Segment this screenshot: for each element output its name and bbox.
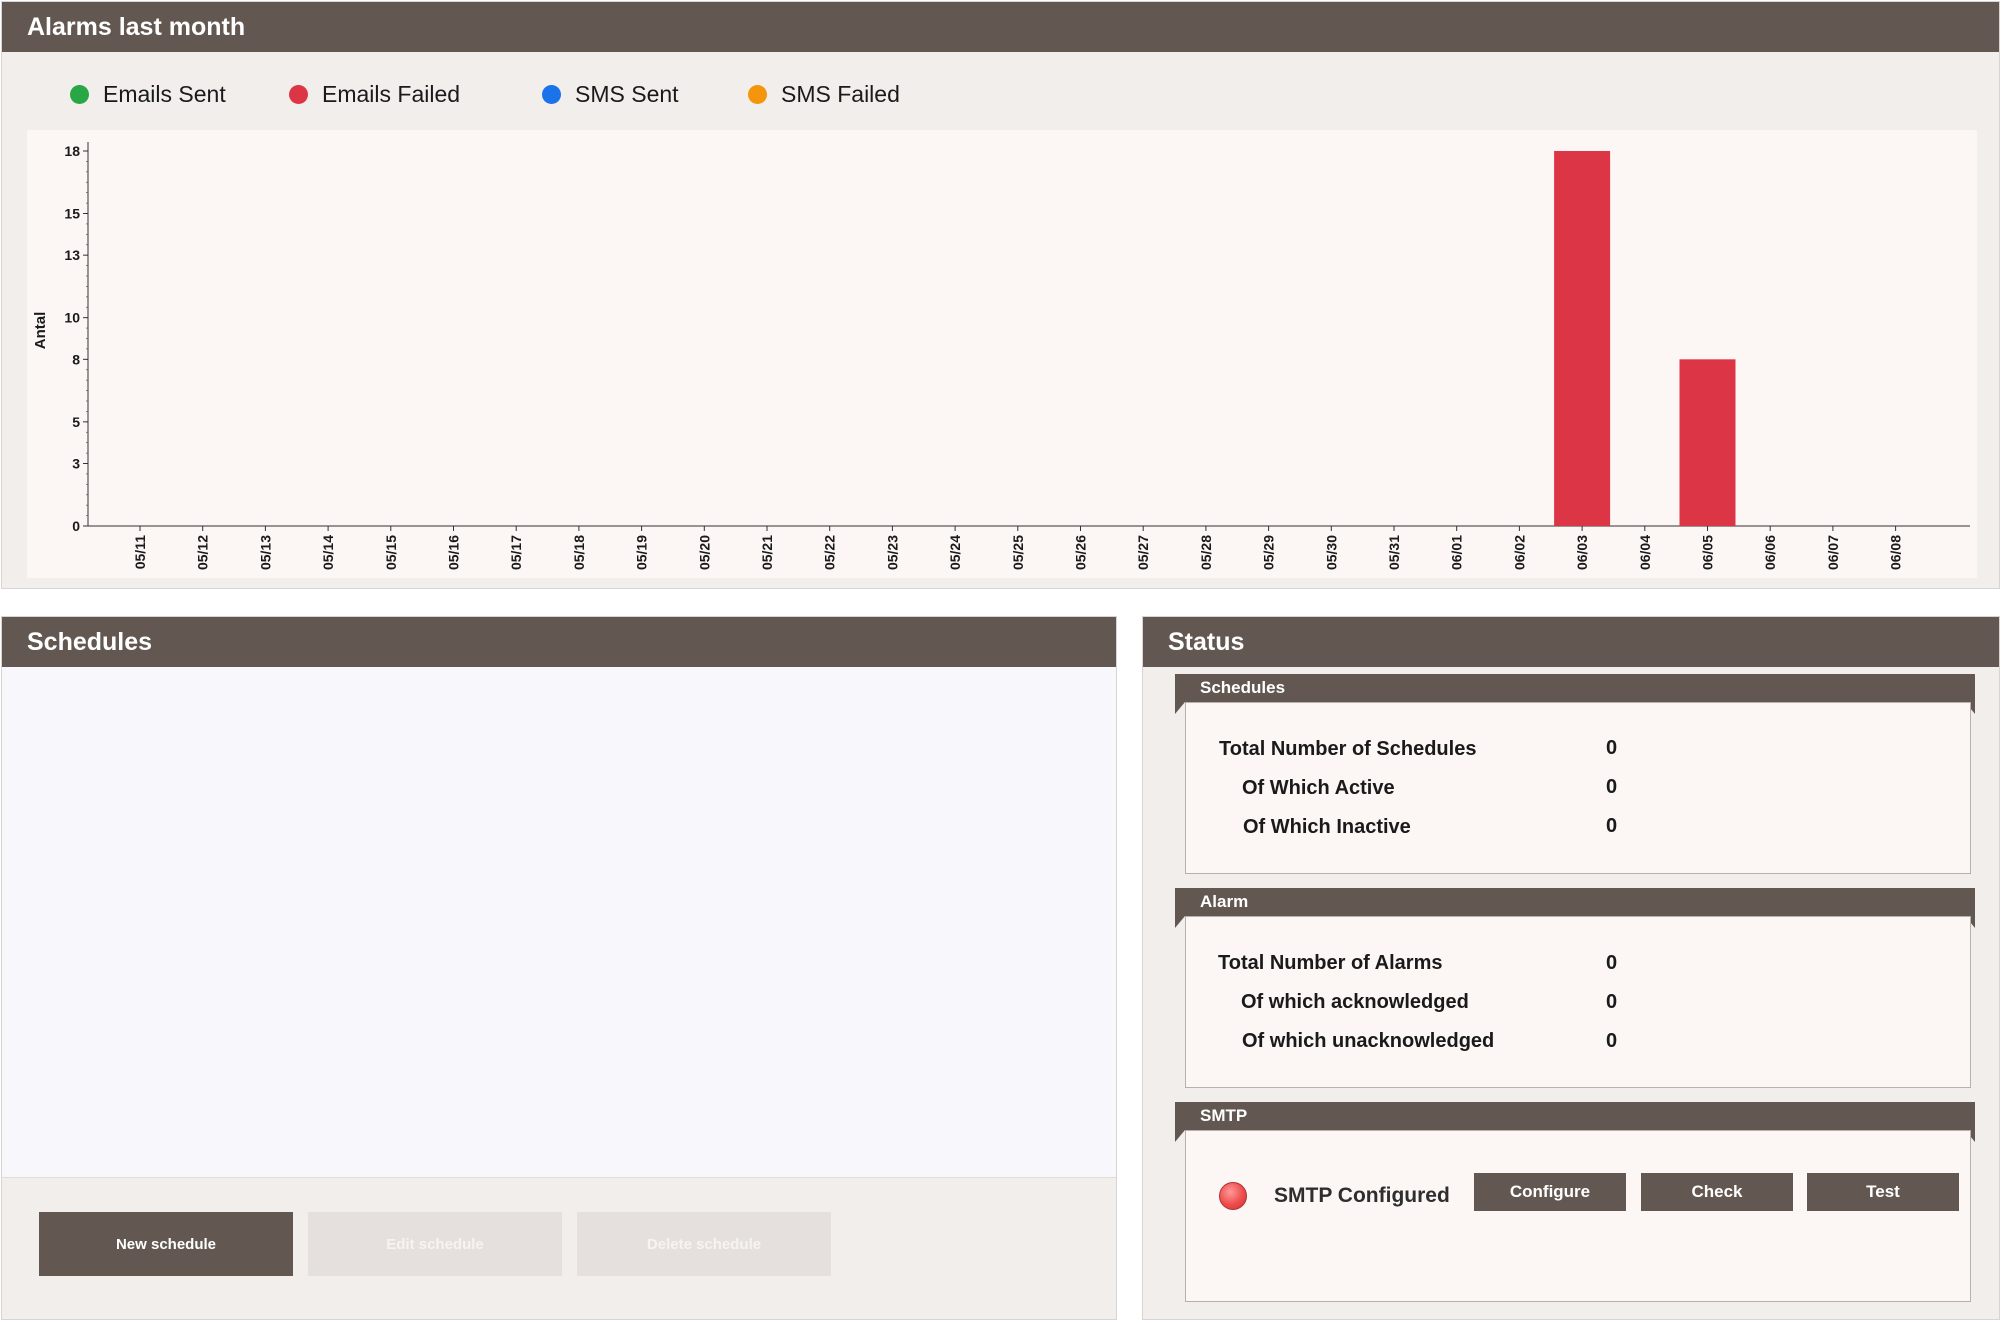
tab-corner-left — [1175, 702, 1185, 714]
x-tick-label: 06/01 — [1449, 535, 1465, 570]
x-tick-label: 05/15 — [383, 535, 399, 570]
x-tick-label: 06/06 — [1762, 535, 1778, 570]
status-schedules-section: Schedules Total Number of Schedules 0 Of… — [1175, 674, 1975, 874]
x-tick-label: 05/31 — [1386, 535, 1402, 570]
x-tick-label: 05/29 — [1261, 535, 1277, 570]
alarms-panel: Alarms last month Emails Sent Emails Fai… — [1, 1, 2000, 589]
schedules-panel: Schedules New schedule Edit schedule Del… — [1, 616, 1117, 1320]
x-tick-label: 05/14 — [320, 535, 336, 570]
y-tick-label: 10 — [64, 310, 80, 326]
status-panel-title: Status — [1143, 617, 1999, 667]
legend-dot-icon — [70, 84, 89, 104]
inactive-schedules-value: 0 — [1606, 815, 1618, 837]
alarms-bar-chart: 0 3 5 8 10 13 15 18 Antal 05/11 05/12 05/13 05/14 05/… — [32, 142, 1970, 570]
unacknowledged-alarms-value: 0 — [1606, 1030, 1618, 1052]
y-tick-label: 5 — [72, 414, 80, 430]
x-tick-label: 05/28 — [1198, 535, 1214, 570]
status-smtp-section: SMTP SMTP Configured Configure Check Tes… — [1175, 1102, 1975, 1302]
total-alarms-label: Total Number of Alarms — [1218, 952, 1443, 974]
active-schedules-value: 0 — [1606, 776, 1618, 798]
smtp-check-button[interactable]: Check — [1641, 1173, 1793, 1211]
y-tick-label: 13 — [64, 247, 80, 263]
legend-item-sms-sent[interactable]: SMS Sent — [542, 78, 679, 110]
legend-label: Emails Sent — [103, 80, 226, 107]
x-tick-label: 05/18 — [571, 535, 587, 570]
x-tick-label: 05/20 — [696, 535, 712, 570]
delete-schedule-button[interactable]: Delete schedule — [577, 1212, 831, 1276]
smtp-status-indicator-icon — [1219, 1182, 1247, 1210]
x-tick-label: 05/19 — [634, 535, 650, 570]
smtp-configured-label: SMTP Configured — [1274, 1184, 1450, 1207]
y-tick-label: 8 — [72, 351, 80, 367]
acknowledged-alarms-value: 0 — [1606, 991, 1618, 1013]
y-tick-label: 3 — [72, 456, 80, 472]
schedules-panel-title: Schedules — [2, 617, 1116, 667]
total-alarms-value: 0 — [1606, 952, 1618, 974]
tab-corner-left — [1175, 1130, 1185, 1142]
x-tick-label: 05/11 — [132, 535, 148, 569]
x-tick-label: 06/02 — [1511, 535, 1527, 570]
x-tick-label: 06/04 — [1637, 535, 1653, 570]
x-tick-label: 05/27 — [1135, 535, 1151, 570]
x-tick-label: 05/13 — [257, 535, 273, 570]
x-tick-label: 05/26 — [1073, 535, 1089, 570]
total-schedules-value: 0 — [1606, 737, 1618, 759]
x-tick-label: 05/22 — [822, 535, 838, 570]
y-axis-label: Antal — [32, 312, 49, 350]
smtp-test-button[interactable]: Test — [1807, 1173, 1959, 1211]
smtp-configure-button[interactable]: Configure — [1474, 1173, 1626, 1211]
chart-area: 0 3 5 8 10 13 15 18 Antal 05/11 05/12 05/13 05/14 05/… — [27, 130, 1977, 578]
legend-label: SMS Failed — [781, 80, 900, 107]
bar-emails-failed — [1679, 359, 1736, 526]
active-schedules-label: Of Which Active — [1242, 777, 1395, 799]
x-tick-label: 05/24 — [947, 535, 963, 570]
status-schedules-tab: Schedules — [1175, 674, 1975, 702]
bar-emails-failed — [1554, 151, 1611, 526]
legend-label: Emails Failed — [322, 80, 461, 107]
x-tick-label: 05/17 — [508, 535, 524, 570]
x-tick-label: 05/21 — [759, 535, 775, 570]
status-alarm-section: Alarm Total Number of Alarms 0 Of which … — [1175, 888, 1975, 1088]
legend-item-emails-failed[interactable]: Emails Failed — [289, 78, 460, 110]
unacknowledged-alarms-label: Of which unacknowledged — [1242, 1030, 1495, 1052]
legend-dot-icon — [289, 84, 308, 104]
status-smtp-tab: SMTP — [1175, 1102, 1975, 1130]
x-tick-label: 05/16 — [446, 535, 462, 570]
acknowledged-alarms-label: Of which acknowledged — [1241, 991, 1469, 1013]
legend-label: SMS Sent — [575, 80, 679, 107]
schedules-list[interactable] — [2, 667, 1116, 1178]
status-schedules-box: Total Number of Schedules 0 Of Which Act… — [1185, 702, 1971, 874]
x-tick-label: 06/03 — [1574, 535, 1590, 570]
alarms-panel-title: Alarms last month — [2, 2, 1999, 52]
legend-item-sms-failed[interactable]: SMS Failed — [748, 78, 900, 110]
new-schedule-button[interactable]: New schedule — [39, 1212, 293, 1276]
status-panel: Status Schedules Total Number of Schedul… — [1142, 616, 2000, 1320]
x-tick-label: 05/25 — [1010, 535, 1026, 570]
legend-item-emails-sent[interactable]: Emails Sent — [70, 78, 226, 110]
y-tick-label: 0 — [72, 518, 80, 534]
inactive-schedules-label: Of Which Inactive — [1243, 816, 1411, 838]
x-tick-label: 05/30 — [1323, 535, 1339, 570]
tab-corner-left — [1175, 916, 1185, 928]
status-alarm-box: Total Number of Alarms 0 Of which acknow… — [1185, 916, 1971, 1088]
x-tick-label: 06/05 — [1700, 535, 1716, 570]
x-tick-label: 05/12 — [195, 535, 211, 570]
edit-schedule-button[interactable]: Edit schedule — [308, 1212, 562, 1276]
legend-dot-icon — [542, 84, 561, 104]
x-tick-label: 05/23 — [884, 535, 900, 570]
total-schedules-label: Total Number of Schedules — [1219, 738, 1477, 760]
x-tick-label: 06/08 — [1888, 535, 1904, 570]
legend-dot-icon — [748, 84, 767, 104]
y-tick-label: 15 — [64, 206, 80, 222]
status-alarm-tab: Alarm — [1175, 888, 1975, 916]
y-tick-label: 18 — [64, 143, 80, 159]
status-smtp-box: SMTP Configured Configure Check Test — [1185, 1130, 1971, 1302]
x-tick-label: 06/07 — [1825, 535, 1841, 570]
